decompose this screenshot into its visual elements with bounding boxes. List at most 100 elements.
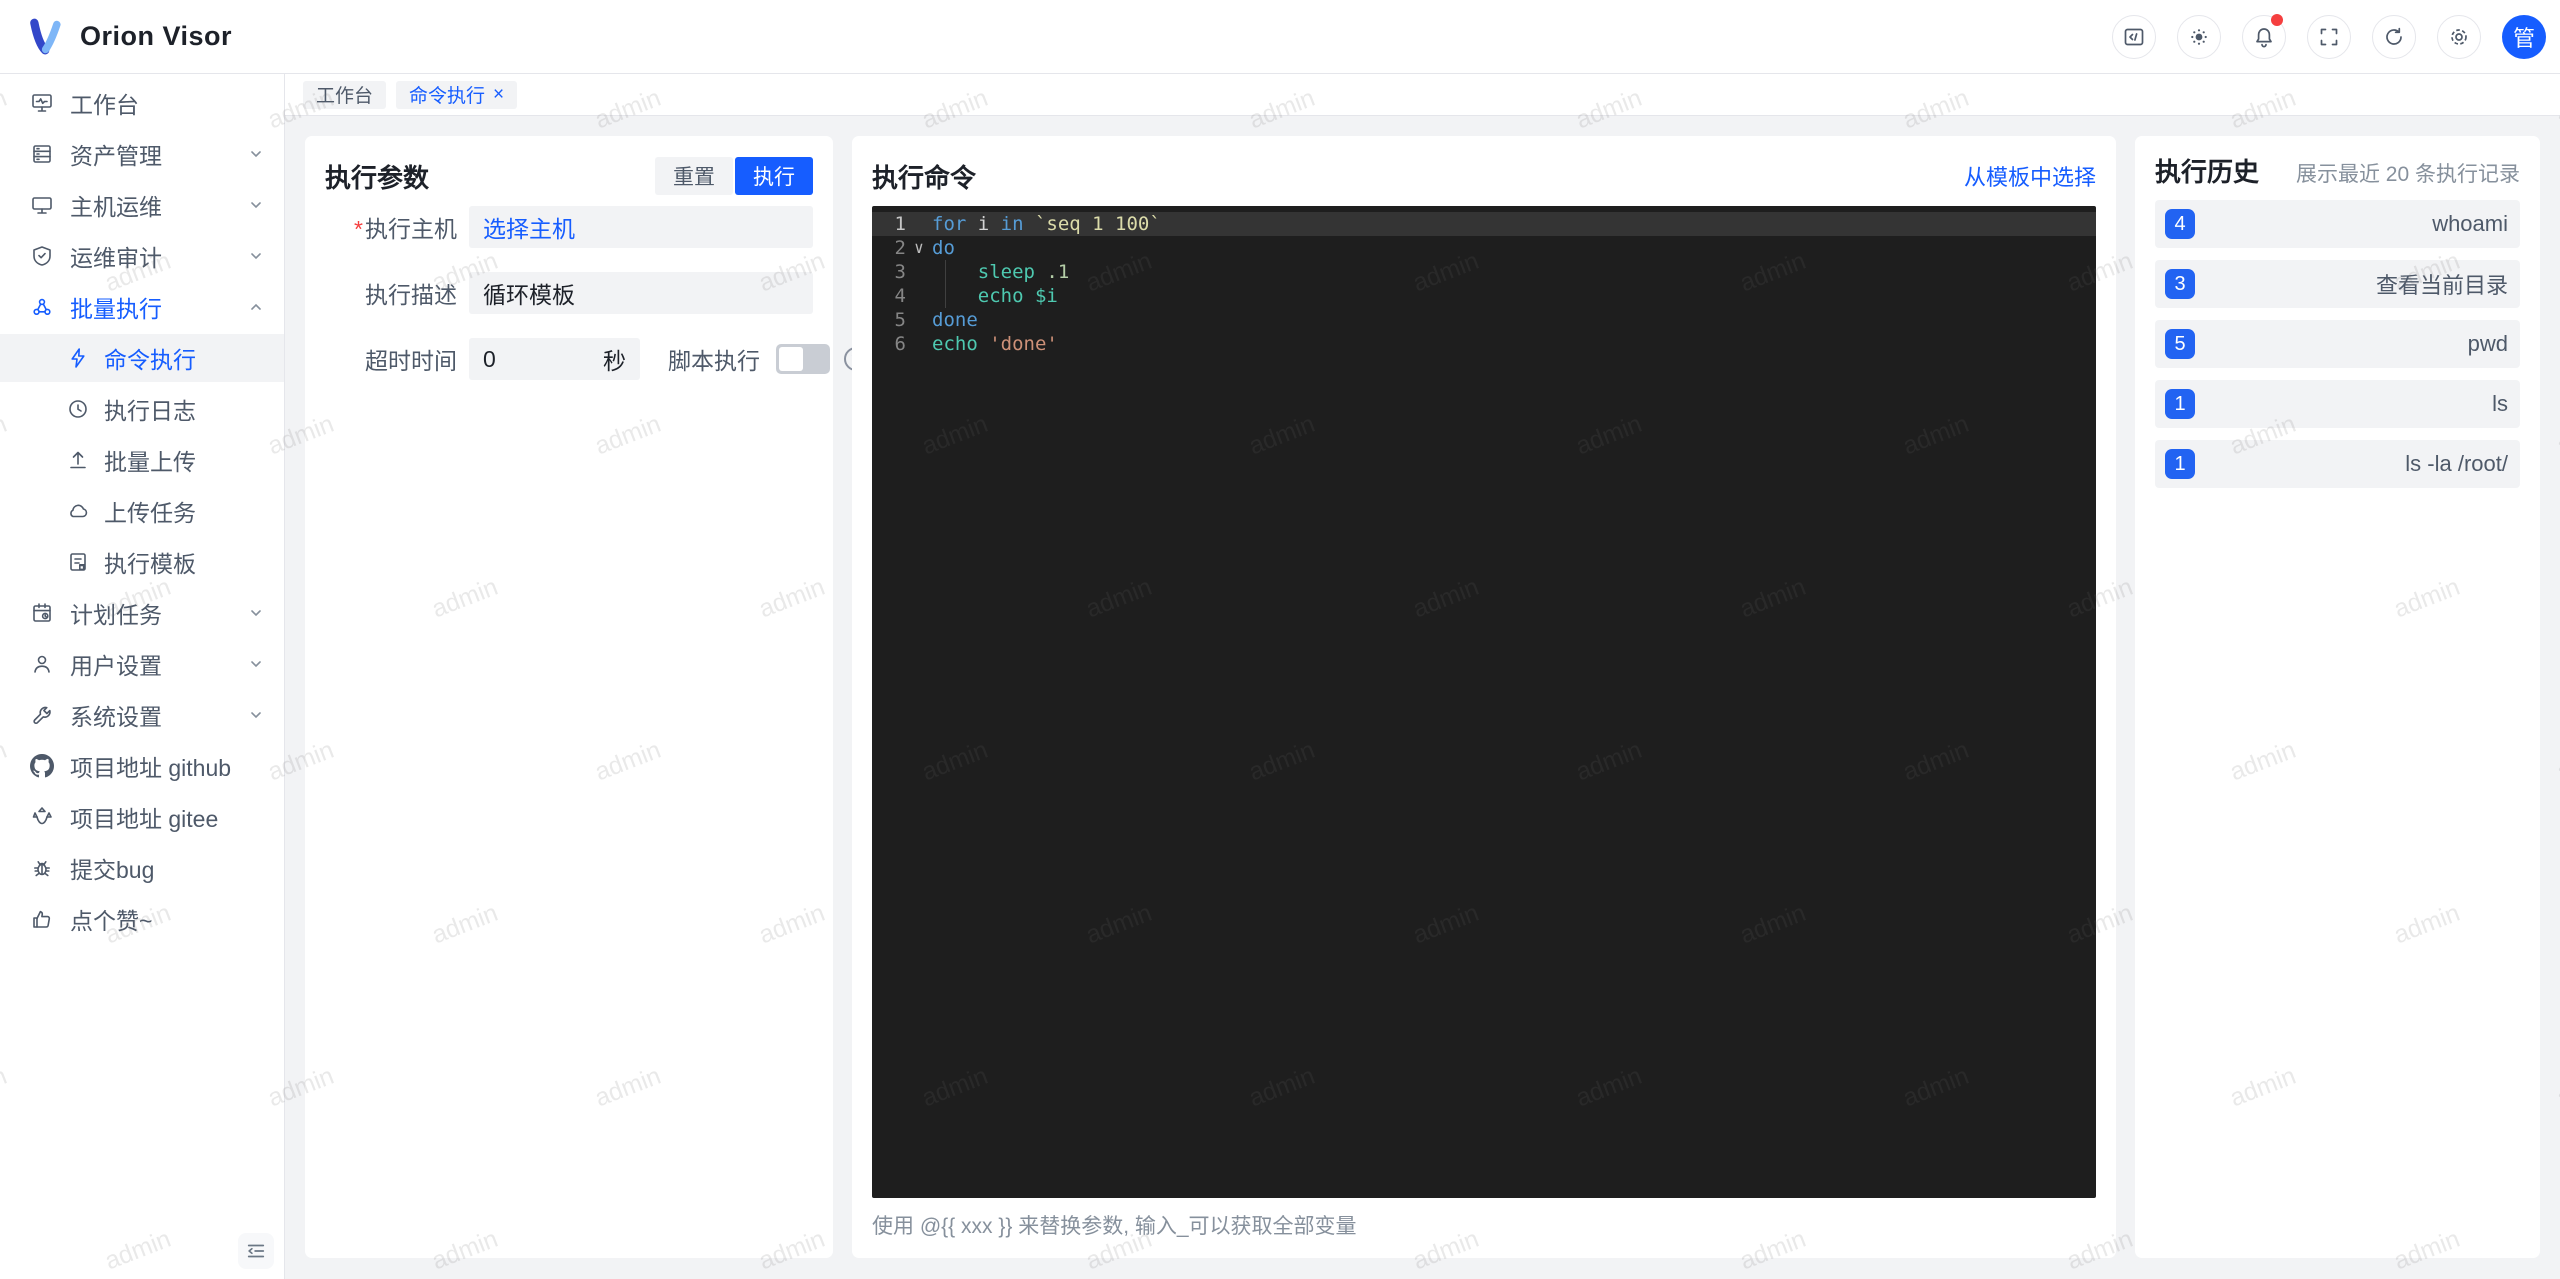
thumbs-up-icon	[30, 907, 54, 931]
sidebar-item-label: 主机运维	[70, 194, 162, 220]
sidebar-item-report-bug[interactable]: 提交bug	[0, 844, 284, 892]
tab-command-exec[interactable]: 命令执行 ×	[396, 80, 518, 109]
sidebar-item-batch-exec[interactable]: 批量执行	[0, 283, 284, 331]
sidebar-item-give-star[interactable]: 点个赞~	[0, 895, 284, 943]
tab-bar: 工作台 命令执行 ×	[285, 74, 2560, 116]
history-command: ls	[2492, 391, 2508, 416]
cluster-icon	[30, 295, 54, 319]
line-number: 6	[894, 333, 906, 355]
description-field-label: 执行描述	[365, 282, 457, 308]
sidebar-item-user-settings[interactable]: 用户设置	[0, 640, 284, 688]
execute-button[interactable]: 执行	[735, 157, 813, 195]
history-item[interactable]: 4 whoami	[2155, 200, 2520, 248]
code-text: done	[932, 309, 978, 331]
sidebar-item-host-ops[interactable]: 主机运维	[0, 181, 284, 229]
sidebar-item-label: 运维审计	[70, 245, 162, 271]
history-item[interactable]: 1 ls	[2155, 380, 2520, 428]
chevron-down-icon	[248, 605, 264, 621]
select-from-template-link[interactable]: 从模板中选择	[1964, 160, 2096, 192]
sidebar-item-label: 执行模板	[104, 551, 196, 577]
top-header: Orion Visor 管	[0, 0, 2560, 74]
tab-close-icon[interactable]: ×	[493, 85, 504, 104]
user-avatar[interactable]: 管	[2502, 14, 2546, 59]
cloud-icon	[66, 499, 90, 523]
fullscreen-button[interactable]	[2307, 14, 2351, 59]
app-logo: Orion Visor	[26, 17, 232, 57]
sidebar-item-github-link[interactable]: 项目地址 github	[0, 742, 284, 790]
notifications-button[interactable]	[2242, 13, 2286, 59]
history-command: ls -la /root/	[2405, 451, 2508, 476]
gear-icon	[2447, 25, 2471, 49]
reset-button[interactable]: 重置	[655, 157, 733, 195]
brand-v-icon	[26, 17, 66, 57]
tab-workbench[interactable]: 工作台	[303, 80, 387, 109]
sidebar-item-batch-upload[interactable]: 批量上传	[0, 436, 284, 484]
header-actions: 管	[2112, 13, 2546, 59]
chevron-up-icon	[248, 299, 264, 315]
chevron-down-icon	[248, 248, 264, 264]
host-field-label: *执行主机	[354, 216, 457, 242]
timeout-field: 秒	[469, 338, 640, 380]
chevron-down-icon	[248, 197, 264, 213]
settings-button[interactable]	[2437, 14, 2481, 59]
gitee-icon	[30, 805, 54, 829]
line-number: 5	[894, 309, 906, 331]
sidebar-collapse-button[interactable]	[238, 1233, 274, 1269]
form-row-host: *执行主机 选择主机	[325, 206, 813, 248]
code-editor[interactable]: 1 for i in `seq 1 100` 2 ∨ do 3 sleep .1	[872, 206, 2096, 1198]
sidebar-item-exec-template[interactable]: 执行模板	[0, 538, 284, 586]
dev-tools-button[interactable]	[2112, 14, 2156, 59]
wrench-icon	[30, 703, 54, 727]
sidebar-item-ops-audit[interactable]: 运维审计	[0, 232, 284, 280]
history-item[interactable]: 5 pwd	[2155, 320, 2520, 368]
exec-history-panel: 执行历史 展示最近 20 条执行记录 4 whoami 3 查看当前目录 5 p…	[2135, 136, 2540, 1258]
sidebar-item-label: 项目地址 gitee	[70, 806, 219, 832]
history-item[interactable]: 3 查看当前目录	[2155, 260, 2520, 308]
user-icon	[30, 652, 54, 676]
timeout-unit: 秒	[603, 348, 626, 374]
main-area: 工作台 命令执行 × 执行参数 重置 执行 *执行主机 选择主机 执行描述 循环…	[285, 74, 2560, 1279]
notification-dot	[2271, 13, 2283, 26]
sidebar-item-label: 用户设置	[70, 653, 162, 679]
app-title: Orion Visor	[80, 21, 233, 51]
history-item[interactable]: 1 ls -la /root/	[2155, 440, 2520, 488]
sidebar: 工作台 资产管理 主机运维 运维审计 批量执行 命令执行 执行日志 批量上传 上…	[0, 74, 285, 1279]
refresh-button[interactable]	[2372, 14, 2416, 59]
description-input[interactable]	[483, 279, 799, 307]
chevron-down-icon	[248, 707, 264, 723]
avatar-text: 管	[2512, 25, 2535, 51]
chevron-down-icon	[248, 656, 264, 672]
code-line: 4 echo $i	[872, 284, 2096, 308]
sidebar-item-assets[interactable]: 资产管理	[0, 130, 284, 178]
sidebar-item-scheduled-tasks[interactable]: 计划任务	[0, 589, 284, 637]
bell-icon	[2252, 25, 2276, 49]
script-exec-toggle[interactable]	[776, 344, 830, 374]
select-host-field[interactable]: 选择主机	[469, 206, 813, 248]
form-row-description: 执行描述	[325, 272, 813, 314]
script-exec-label: 脚本执行	[668, 348, 760, 374]
sidebar-item-exec-log[interactable]: 执行日志	[0, 385, 284, 433]
menu-fold-icon	[245, 1240, 267, 1262]
chevron-down-icon	[248, 146, 264, 162]
history-command: whoami	[2432, 211, 2508, 236]
calendar-clock-icon	[30, 601, 54, 625]
upload-icon	[66, 448, 90, 472]
sidebar-item-command-exec[interactable]: 命令执行	[0, 334, 284, 382]
code-icon	[2122, 25, 2146, 49]
sidebar-item-gitee-link[interactable]: 项目地址 gitee	[0, 793, 284, 841]
select-host-link[interactable]: 选择主机	[483, 210, 575, 244]
timeout-input[interactable]	[483, 345, 595, 373]
code-line: 5 done	[872, 308, 2096, 332]
sidebar-item-system-settings[interactable]: 系统设置	[0, 691, 284, 739]
description-field	[469, 272, 813, 314]
sidebar-item-workbench[interactable]: 工作台	[0, 79, 284, 127]
exec-count-badge: 1	[2165, 389, 2195, 419]
fold-chevron-icon[interactable]: ∨	[906, 236, 932, 260]
sidebar-item-upload-tasks[interactable]: 上传任务	[0, 487, 284, 535]
theme-toggle-button[interactable]	[2177, 14, 2221, 59]
line-number: 1	[894, 213, 906, 235]
sun-icon	[2187, 25, 2211, 49]
